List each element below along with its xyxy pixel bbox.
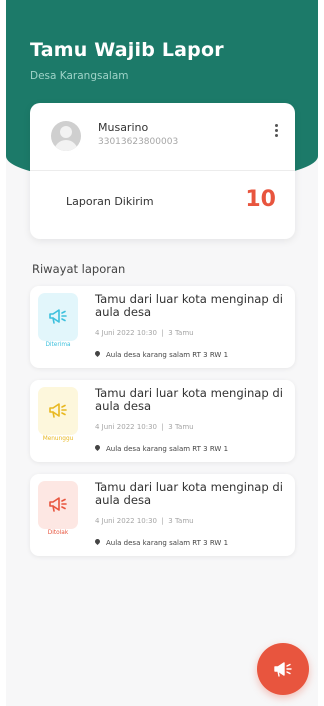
- avatar-body: [54, 140, 78, 151]
- status-label: Diterima: [45, 342, 71, 348]
- user-name: Musarino: [98, 121, 149, 134]
- report-guests: 3 Tamu: [168, 423, 194, 431]
- status-icon-box: [38, 387, 78, 435]
- avatar: [51, 121, 81, 151]
- status-label: Menunggu: [42, 436, 74, 442]
- report-meta: 4 Juni 2022 10:30 | 3 Tamu: [95, 329, 194, 337]
- profile-card: Musarino 33013623800003 Laporan Dikirim …: [30, 103, 295, 239]
- app-screen: Tamu Wajib Lapor Desa Karangsalam Musari…: [6, 0, 318, 706]
- report-location: Aula desa karang salam RT 3 RW 1: [93, 537, 229, 547]
- app-subtitle: Desa Karangsalam: [30, 70, 129, 82]
- report-location-text: Aula desa karang salam RT 3 RW 1: [106, 445, 229, 453]
- report-guests: 3 Tamu: [168, 517, 194, 525]
- report-date: 4 Juni 2022 10:30: [95, 329, 157, 337]
- report-card[interactable]: Diterima Tamu dari luar kota menginap di…: [30, 286, 295, 368]
- report-location: Aula desa karang salam RT 3 RW 1: [93, 443, 229, 453]
- report-card[interactable]: Menunggu Tamu dari luar kota menginap di…: [30, 380, 295, 462]
- report-title: Tamu dari luar kota menginap di aula des…: [95, 292, 284, 319]
- report-location: Aula desa karang salam RT 3 RW 1: [93, 349, 229, 359]
- report-title: Tamu dari luar kota menginap di aula des…: [95, 480, 284, 507]
- reports-sent-label: Laporan Dikirim: [66, 195, 154, 208]
- reports-sent-count: 10: [245, 187, 276, 212]
- report-date: 4 Juni 2022 10:30: [95, 517, 157, 525]
- status-icon-box: [38, 293, 78, 341]
- megaphone-icon: [274, 662, 292, 677]
- report-title: Tamu dari luar kota menginap di aula des…: [95, 386, 284, 413]
- user-id-number: 33013623800003: [98, 137, 179, 147]
- location-pin-icon: [93, 537, 102, 546]
- report-guests: 3 Tamu: [168, 329, 194, 337]
- new-report-fab-button[interactable]: [257, 643, 309, 695]
- report-date: 4 Juni 2022 10:30: [95, 423, 157, 431]
- profile-row: Musarino 33013623800003: [30, 103, 295, 171]
- history-title: Riwayat laporan: [32, 262, 126, 276]
- status-icon-box: [38, 481, 78, 529]
- report-meta: 4 Juni 2022 10:30 | 3 Tamu: [95, 517, 194, 525]
- megaphone-icon: [49, 309, 67, 324]
- app-title: Tamu Wajib Lapor: [30, 39, 224, 61]
- avatar-head: [60, 126, 72, 138]
- report-location-text: Aula desa karang salam RT 3 RW 1: [106, 351, 229, 359]
- location-pin-icon: [93, 349, 102, 358]
- report-card[interactable]: Ditolak Tamu dari luar kota menginap di …: [30, 474, 295, 556]
- report-location-text: Aula desa karang salam RT 3 RW 1: [106, 539, 229, 547]
- status-label: Ditolak: [47, 530, 69, 536]
- megaphone-icon: [49, 497, 67, 512]
- megaphone-icon: [49, 403, 67, 418]
- report-meta: 4 Juni 2022 10:30 | 3 Tamu: [95, 423, 194, 431]
- more-vertical-icon[interactable]: [269, 122, 283, 142]
- location-pin-icon: [93, 443, 102, 452]
